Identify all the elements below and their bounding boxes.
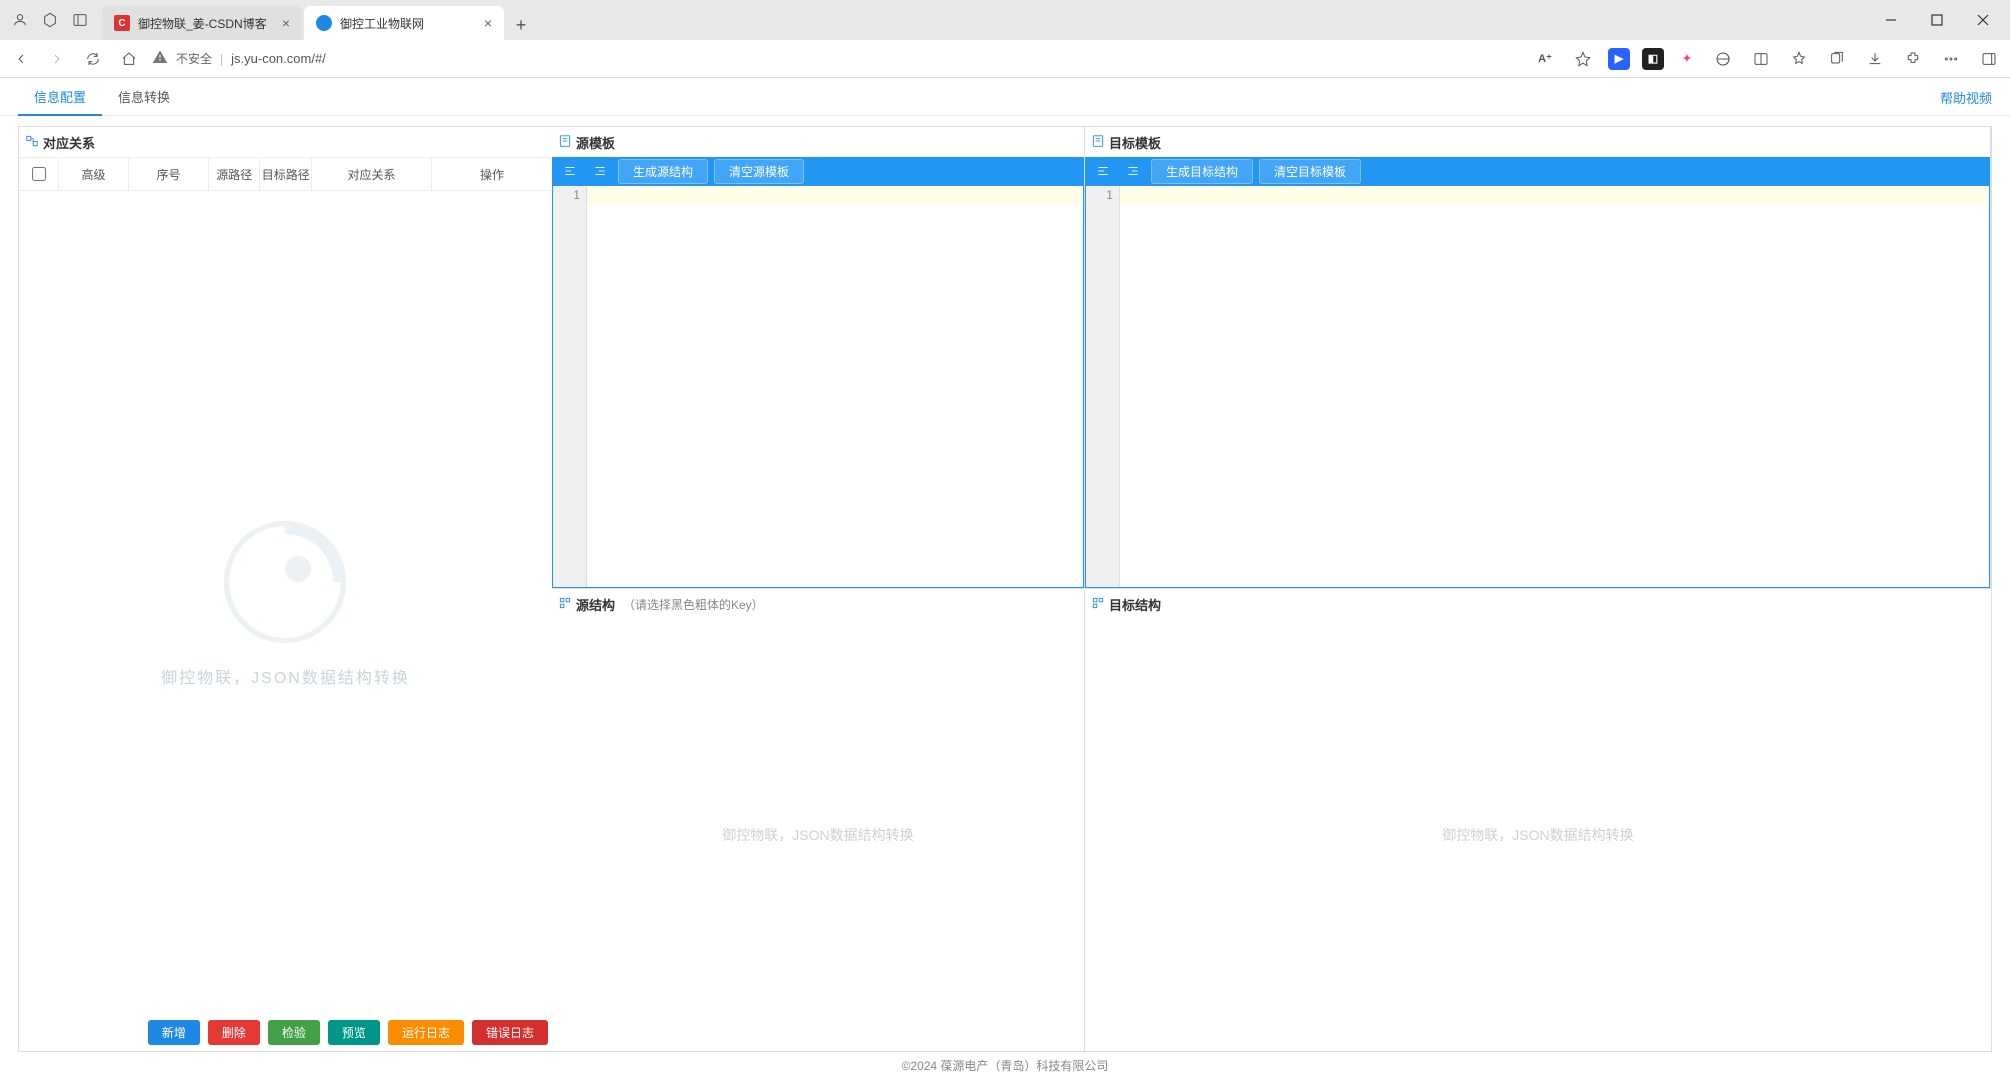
template-icon: [558, 134, 572, 151]
address-bar: 不安全 | js.yu-con.com/#/ A⁺ ▶ ◧ ✦: [0, 40, 2010, 78]
downloads-icon[interactable]: [1862, 46, 1888, 72]
back-button[interactable]: [8, 46, 34, 72]
forward-button: [44, 46, 70, 72]
panel-target-template: 目标模板 生成目标结构 清空目标模板 1: [1085, 127, 1991, 589]
browser-titlebar: C 御控物联_姜-CSDN博客 × 御控工业物联网 × +: [0, 0, 2010, 40]
more-icon[interactable]: [1938, 46, 1964, 72]
watermark-text: 御控物联，JSON数据结构转换: [722, 825, 913, 845]
favorite-icon[interactable]: [1570, 46, 1596, 72]
split-screen-icon[interactable]: [1748, 46, 1774, 72]
collections-icon[interactable]: [1824, 46, 1850, 72]
new-tab-button[interactable]: +: [506, 10, 536, 40]
close-window-button[interactable]: [1960, 4, 2006, 36]
clear-source-template-button[interactable]: 清空源模板: [714, 159, 804, 184]
clear-target-template-button[interactable]: 清空目标模板: [1259, 159, 1361, 184]
maximize-button[interactable]: [1914, 4, 1960, 36]
panel-title: 源结构: [576, 595, 615, 614]
struct-icon: [558, 596, 572, 613]
browser-tabs: C 御控物联_姜-CSDN博客 × 御控工业物联网 × +: [102, 0, 536, 40]
favicon-csdn: C: [114, 15, 130, 31]
close-icon[interactable]: ×: [282, 15, 290, 31]
panel-title: 目标结构: [1109, 595, 1161, 614]
watermark-logo-icon: [220, 517, 350, 650]
preview-button[interactable]: 预览: [328, 1020, 380, 1045]
delete-button[interactable]: 删除: [208, 1020, 260, 1045]
check-button[interactable]: 检验: [268, 1020, 320, 1045]
indent-right-icon[interactable]: [588, 160, 612, 182]
favicon-yucon: [316, 15, 332, 31]
tab-info-config[interactable]: 信息配置: [18, 80, 102, 116]
col-source-path: 源路径: [209, 158, 260, 190]
tab-title: 御控物联_姜-CSDN博客: [138, 15, 267, 32]
close-icon[interactable]: ×: [484, 15, 492, 31]
errlog-button[interactable]: 错误日志: [472, 1020, 548, 1045]
relation-table-header: 高级 序号 源路径 目标路径 对应关系 操作: [19, 157, 552, 191]
browser-tab-csdn[interactable]: C 御控物联_姜-CSDN博客 ×: [102, 6, 302, 40]
extension-icon[interactable]: ▶: [1608, 48, 1630, 70]
gen-source-struct-button[interactable]: 生成源结构: [618, 159, 708, 184]
gen-target-struct-button[interactable]: 生成目标结构: [1151, 159, 1253, 184]
target-editor[interactable]: 1: [1085, 185, 1990, 588]
col-advanced: 高级: [59, 158, 129, 190]
source-editor[interactable]: 1: [552, 185, 1084, 588]
col-operation: 操作: [432, 158, 552, 190]
sidebar-toggle-icon[interactable]: [70, 10, 90, 30]
help-video-link[interactable]: 帮助视频: [1940, 88, 1992, 107]
watermark-text: 御控物联，JSON数据结构转换: [1442, 825, 1633, 845]
relation-empty-state: 御控物联，JSON数据结构转换: [19, 191, 552, 1014]
col-relation: 对应关系: [312, 158, 432, 190]
source-struct-empty: 御控物联，JSON数据结构转换: [552, 619, 1084, 1051]
relation-icon: [25, 134, 39, 151]
col-target-path: 目标路径: [260, 158, 311, 190]
select-all-checkbox[interactable]: [32, 167, 46, 181]
extension-icon[interactable]: ◧: [1642, 48, 1664, 70]
relation-buttons: 新增 删除 检验 预览 运行日志 错误日志: [19, 1014, 552, 1051]
add-button[interactable]: 新增: [148, 1020, 200, 1045]
panel-source-template: 源模板 生成源结构 清空源模板 1: [552, 127, 1085, 589]
browser-tab-yucon[interactable]: 御控工业物联网 ×: [304, 6, 504, 40]
source-toolbar: 生成源结构 清空源模板: [552, 157, 1084, 185]
runlog-button[interactable]: 运行日志: [388, 1020, 464, 1045]
extension-icon[interactable]: [1710, 46, 1736, 72]
extensions-icon[interactable]: [1900, 46, 1926, 72]
refresh-button[interactable]: [80, 46, 106, 72]
url-box[interactable]: 不安全 | js.yu-con.com/#/: [152, 49, 552, 68]
watermark-text: 御控物联，JSON数据结构转换: [161, 664, 410, 688]
struct-icon: [1091, 596, 1105, 613]
read-aloud-icon[interactable]: A⁺: [1532, 46, 1558, 72]
panel-title: 源模板: [576, 133, 615, 152]
panel-hint: （请选择黑色粗体的Key）: [623, 596, 764, 613]
page-tabbar: 信息配置 信息转换 帮助视频: [0, 78, 2010, 116]
panel-target-struct: 目标结构 御控物联，JSON数据结构转换: [1085, 589, 1991, 1051]
warning-icon: [152, 49, 168, 68]
indent-left-icon[interactable]: [558, 160, 582, 182]
indent-right-icon[interactable]: [1121, 160, 1145, 182]
panel-relation: 对应关系 高级 序号 源路径 目标路径 对应关系 操作: [19, 127, 552, 1051]
page-footer: ©2024 葆源电产（青岛）科技有限公司: [18, 1052, 1992, 1078]
insecure-label: 不安全: [176, 50, 212, 67]
panel-source-struct: 源结构 （请选择黑色粗体的Key） 御控物联，JSON数据结构转换: [552, 589, 1085, 1051]
profile-icon[interactable]: [10, 10, 30, 30]
tab-title: 御控工业物联网: [340, 15, 424, 32]
url-text: js.yu-con.com/#/: [231, 51, 326, 66]
workspaces-icon[interactable]: [40, 10, 60, 30]
target-toolbar: 生成目标结构 清空目标模板: [1085, 157, 1990, 185]
panel-title: 目标模板: [1109, 133, 1161, 152]
home-button[interactable]: [116, 46, 142, 72]
template-icon: [1091, 134, 1105, 151]
col-index: 序号: [129, 158, 209, 190]
panel-title: 对应关系: [43, 133, 95, 152]
target-struct-empty: 御控物联，JSON数据结构转换: [1085, 619, 1991, 1051]
line-number: 1: [1086, 186, 1120, 587]
copilot-sidebar-icon[interactable]: [1976, 46, 2002, 72]
indent-left-icon[interactable]: [1091, 160, 1115, 182]
line-number: 1: [553, 186, 587, 587]
tab-info-convert[interactable]: 信息转换: [102, 80, 186, 116]
favorites-bar-icon[interactable]: [1786, 46, 1812, 72]
minimize-button[interactable]: [1868, 4, 1914, 36]
extension-icon[interactable]: ✦: [1676, 48, 1698, 70]
